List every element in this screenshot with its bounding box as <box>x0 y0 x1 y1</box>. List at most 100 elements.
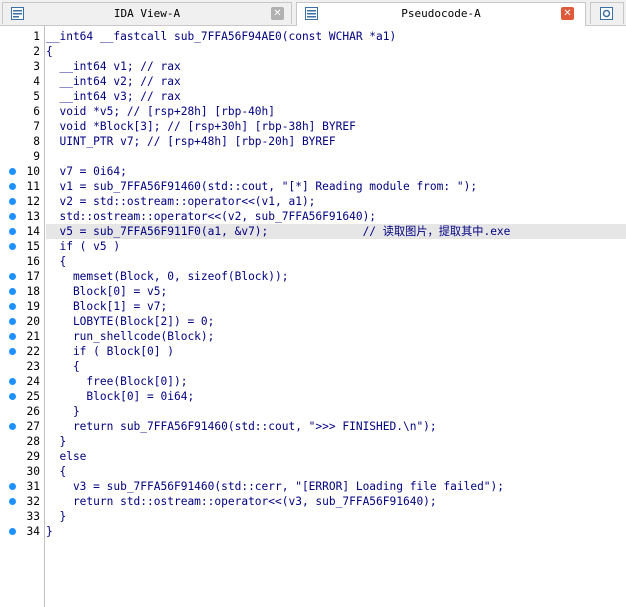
code-text[interactable]: return sub_7FFA56F91460(std::cout, ">>> … <box>46 419 626 434</box>
line-number: 15 <box>26 240 40 253</box>
line-number: 18 <box>26 285 40 298</box>
tab-bar: IDA View-A ✕ Pseudocode-A ✕ <box>0 0 626 26</box>
code-line[interactable]: 8 UINT_PTR v7; // [rsp+48h] [rbp-20h] BY… <box>0 134 626 149</box>
code-text[interactable]: Block[0] = 0i64; <box>46 389 626 404</box>
code-text[interactable]: __int64 v3; // rax <box>46 89 626 104</box>
code-text[interactable]: LOBYTE(Block[2]) = 0; <box>46 314 626 329</box>
code-line[interactable]: 26 } <box>0 404 626 419</box>
line-number: 24 <box>26 375 40 388</box>
code-text[interactable]: void *Block[3]; // [rsp+30h] [rbp-38h] B… <box>46 119 626 134</box>
code-text[interactable]: { <box>46 44 626 59</box>
code-text[interactable]: } <box>46 524 626 539</box>
line-number: 33 <box>26 510 40 523</box>
code-text[interactable]: return std::ostream::operator<<(v3, sub_… <box>46 494 626 509</box>
code-line[interactable]: 1 __int64 __fastcall sub_7FFA56F94AE0(con… <box>0 29 626 44</box>
code-text[interactable]: __int64 v2; // rax <box>46 74 626 89</box>
code-line[interactable]: 25 Block[0] = 0i64; <box>0 389 626 404</box>
tab-pseudocode[interactable]: Pseudocode-A ✕ <box>296 2 586 26</box>
code-text[interactable]: v2 = std::ostream::operator<<(v1, a1); <box>46 194 626 209</box>
code-line[interactable]: 18 Block[0] = v5; <box>0 284 626 299</box>
code-text[interactable]: Block[0] = v5; <box>46 284 626 299</box>
code-line[interactable]: 31 v3 = sub_7FFA56F91460(std::cerr, "[ER… <box>0 479 626 494</box>
line-number: 27 <box>26 420 40 433</box>
close-icon[interactable]: ✕ <box>271 7 284 20</box>
code-text[interactable]: Block[1] = v7; <box>46 299 626 314</box>
code-text[interactable]: } <box>46 434 626 449</box>
code-text[interactable]: } <box>46 404 626 419</box>
code-line[interactable]: 5 __int64 v3; // rax <box>0 89 626 104</box>
code-text[interactable]: __int64 __fastcall sub_7FFA56F94AE0(cons… <box>46 29 626 44</box>
line-number: 22 <box>26 345 40 358</box>
line-number: 23 <box>26 360 40 373</box>
code-line[interactable]: 23 { <box>0 359 626 374</box>
close-icon[interactable]: ✕ <box>561 7 574 20</box>
code-text[interactable]: v1 = sub_7FFA56F91460(std::cout, "[*] Re… <box>46 179 626 194</box>
code-text[interactable]: { <box>46 464 626 479</box>
line-number: 11 <box>26 180 40 193</box>
code-text[interactable]: free(Block[0]); <box>46 374 626 389</box>
code-text[interactable]: else <box>46 449 626 464</box>
line-number: 10 <box>26 165 40 178</box>
code-text[interactable]: memset(Block, 0, sizeof(Block)); <box>46 269 626 284</box>
code-line[interactable]: 28 } <box>0 434 626 449</box>
code-text[interactable]: __int64 v1; // rax <box>46 59 626 74</box>
line-number: 5 <box>33 90 40 103</box>
line-number: 17 <box>26 270 40 283</box>
code-line[interactable]: 21 run_shellcode(Block); <box>0 329 626 344</box>
code-line[interactable]: 9 <box>0 149 626 164</box>
code-line[interactable]: 14 v5 = sub_7FFA56F911F0(a1, &v7); // 读取… <box>0 224 626 239</box>
line-number: 16 <box>26 255 40 268</box>
code-line[interactable]: 7 void *Block[3]; // [rsp+30h] [rbp-38h]… <box>0 119 626 134</box>
code-line[interactable]: 32 return std::ostream::operator<<(v3, s… <box>0 494 626 509</box>
code-line[interactable]: 29 else <box>0 449 626 464</box>
code-line[interactable]: 24 free(Block[0]); <box>0 374 626 389</box>
code-text[interactable]: v7 = 0i64; <box>46 164 626 179</box>
code-text[interactable]: v5 = sub_7FFA56F911F0(a1, &v7); // 读取图片，… <box>46 224 626 239</box>
pseudocode-editor[interactable]: 1 __int64 __fastcall sub_7FFA56F94AE0(con… <box>0 26 626 607</box>
code-line[interactable]: 3 __int64 v1; // rax <box>0 59 626 74</box>
hex-view-icon <box>600 7 613 20</box>
line-number: 21 <box>26 330 40 343</box>
code-text[interactable]: void *v5; // [rsp+28h] [rbp-40h] <box>46 104 626 119</box>
code-line[interactable]: 13 std::ostream::operator<<(v2, sub_7FFA… <box>0 209 626 224</box>
tab-hex-view[interactable] <box>590 2 624 24</box>
code-line[interactable]: 22 if ( Block[0] ) <box>0 344 626 359</box>
code-text[interactable]: run_shellcode(Block); <box>46 329 626 344</box>
line-number: 3 <box>33 60 40 73</box>
line-number: 4 <box>33 75 40 88</box>
line-number: 26 <box>26 405 40 418</box>
line-number: 19 <box>26 300 40 313</box>
code-line[interactable]: 33 } <box>0 509 626 524</box>
line-number: 30 <box>26 465 40 478</box>
code-line[interactable]: 16 { <box>0 254 626 269</box>
code-text[interactable]: v3 = sub_7FFA56F91460(std::cerr, "[ERROR… <box>46 479 626 494</box>
line-number: 32 <box>26 495 40 508</box>
line-number: 7 <box>33 120 40 133</box>
code-line[interactable]: 30 { <box>0 464 626 479</box>
code-line[interactable]: 2{ <box>0 44 626 59</box>
code-text[interactable]: std::ostream::operator<<(v2, sub_7FFA56F… <box>46 209 626 224</box>
code-line[interactable]: 27 return sub_7FFA56F91460(std::cout, ">… <box>0 419 626 434</box>
code-text[interactable]: { <box>46 254 626 269</box>
code-line[interactable]: 20 LOBYTE(Block[2]) = 0; <box>0 314 626 329</box>
code-line[interactable]: 34} <box>0 524 626 539</box>
code-line[interactable]: 6 void *v5; // [rsp+28h] [rbp-40h] <box>0 104 626 119</box>
code-text[interactable]: if ( Block[0] ) <box>46 344 626 359</box>
line-number: 31 <box>26 480 40 493</box>
code-text[interactable]: if ( v5 ) <box>46 239 626 254</box>
line-number: 29 <box>26 450 40 463</box>
code-line[interactable]: 19 Block[1] = v7; <box>0 299 626 314</box>
code-text[interactable]: } <box>46 509 626 524</box>
code-text[interactable]: { <box>46 359 626 374</box>
line-number: 2 <box>33 45 40 58</box>
line-number: 34 <box>26 525 40 538</box>
code-line[interactable]: 11 v1 = sub_7FFA56F91460(std::cout, "[*]… <box>0 179 626 194</box>
code-line[interactable]: 12 v2 = std::ostream::operator<<(v1, a1)… <box>0 194 626 209</box>
code-line[interactable]: 15 if ( v5 ) <box>0 239 626 254</box>
line-number: 28 <box>26 435 40 448</box>
code-text[interactable]: UINT_PTR v7; // [rsp+48h] [rbp-20h] BYRE… <box>46 134 626 149</box>
tab-ida-view[interactable]: IDA View-A ✕ <box>2 2 292 24</box>
code-line[interactable]: 17 memset(Block, 0, sizeof(Block)); <box>0 269 626 284</box>
code-line[interactable]: 10 v7 = 0i64; <box>0 164 626 179</box>
code-line[interactable]: 4 __int64 v2; // rax <box>0 74 626 89</box>
